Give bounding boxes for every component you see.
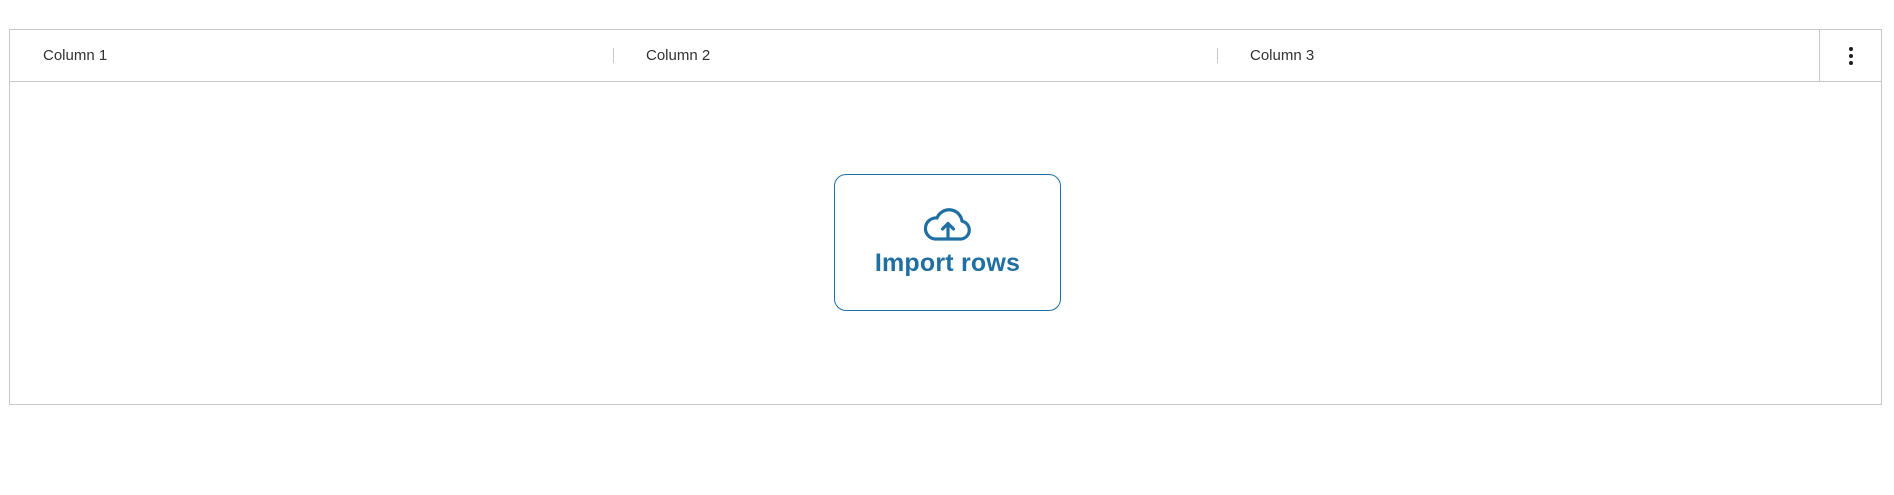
column-header-1[interactable]: Column 1 (10, 30, 613, 81)
grid-header: Column 1 Column 2 Column 3 (10, 30, 1881, 82)
column-header-label: Column 1 (43, 47, 108, 64)
cloud-upload-icon (923, 208, 971, 241)
column-header-2[interactable]: Column 2 (613, 30, 1217, 81)
more-vertical-icon (1848, 46, 1853, 65)
column-options-button[interactable] (1819, 30, 1881, 81)
column-header-label: Column 3 (1250, 47, 1315, 64)
import-rows-button[interactable]: Import rows (834, 174, 1061, 311)
grid-body: Import rows (10, 82, 1881, 404)
column-header-label: Column 2 (646, 47, 711, 64)
import-rows-label: Import rows (874, 249, 1021, 277)
data-grid: Column 1 Column 2 Column 3 Import rows (9, 29, 1882, 405)
column-header-3[interactable]: Column 3 (1217, 30, 1821, 81)
